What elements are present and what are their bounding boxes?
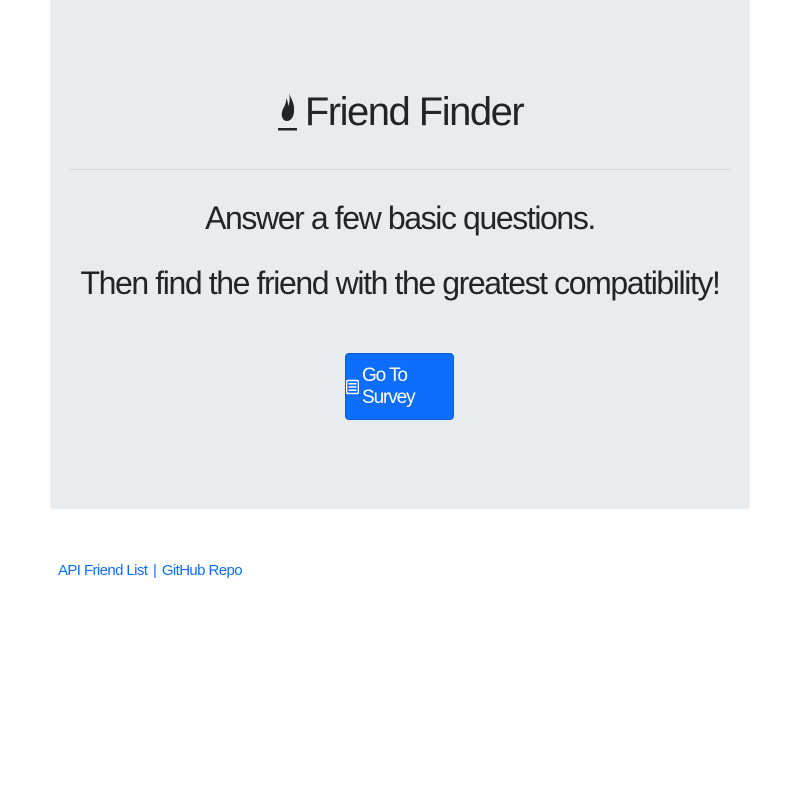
title-row: Friend Finder (50, 84, 750, 140)
footer-separator: | (152, 562, 157, 579)
jumbotron: Friend Finder Answer a few basic questio… (50, 0, 750, 509)
fire-icon (277, 84, 299, 140)
divider (70, 169, 730, 170)
github-repo-link[interactable]: GitHub Repo (162, 562, 243, 579)
go-to-survey-label: Go To Survey (362, 364, 416, 408)
intro-line-1: Answer a few basic questions. (205, 200, 596, 236)
list-alt-icon (345, 379, 360, 395)
go-to-survey-button[interactable]: Go To Survey (345, 353, 454, 420)
intro-line-2: Then find the friend with the greatest c… (80, 265, 720, 301)
footer-links: API Friend List | GitHub Repo (58, 562, 243, 579)
page-title: Friend Finder (304, 90, 525, 134)
api-friend-list-link[interactable]: API Friend List (58, 562, 148, 579)
